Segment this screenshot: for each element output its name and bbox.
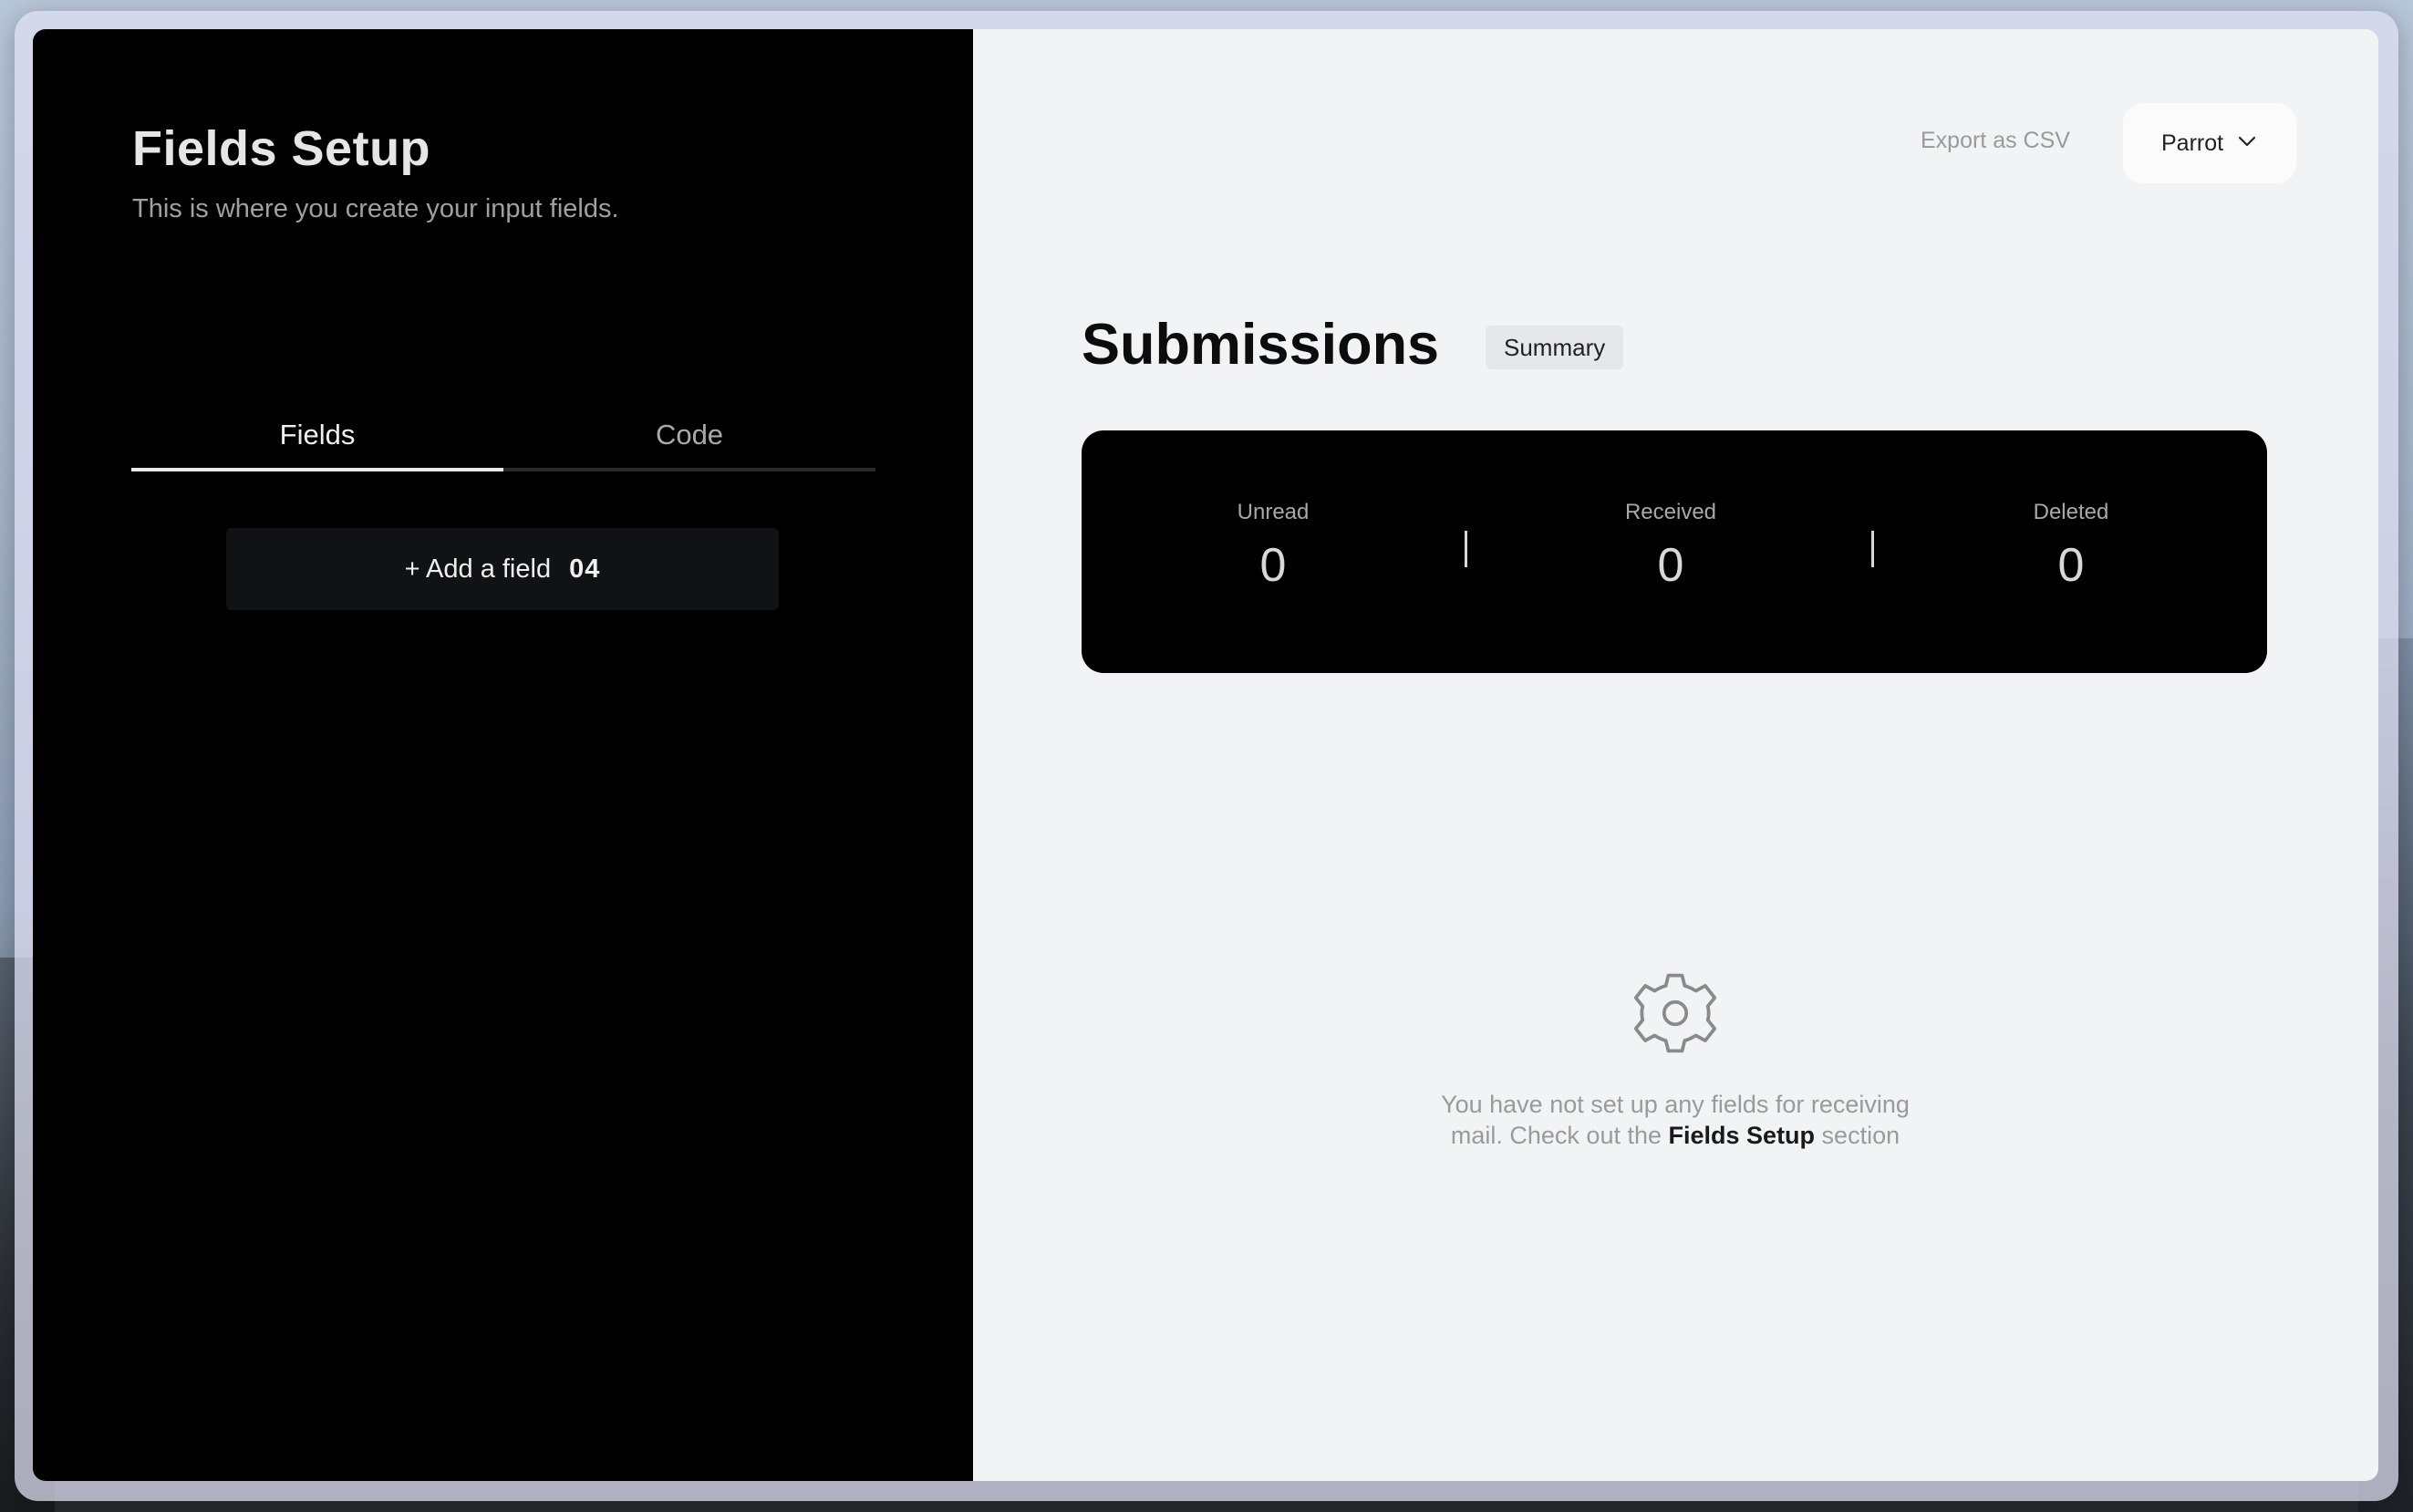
chevron-down-icon: [2238, 136, 2256, 147]
gear-icon: [1633, 973, 1717, 1053]
stats-card: Unread 0 Received 0 Deleted 0: [1082, 430, 2267, 673]
app-window: Fields Setup This is where you create yo…: [33, 29, 2378, 1481]
empty-text-after: section: [1815, 1122, 1900, 1149]
fields-setup-panel: Fields Setup This is where you create yo…: [33, 29, 973, 1481]
stat-divider: [1871, 531, 1874, 567]
stat-divider: [1465, 531, 1467, 567]
panel-subtitle: This is where you create your input fiel…: [132, 194, 619, 223]
stat-label: Unread: [1237, 500, 1310, 524]
field-count: 04: [569, 554, 601, 584]
stat-label: Received: [1624, 500, 1717, 524]
project-select-value: Parrot: [2161, 129, 2224, 156]
summary-badge[interactable]: Summary: [1486, 326, 1624, 369]
tab-code[interactable]: Code: [503, 408, 875, 468]
tab-fields[interactable]: Fields: [131, 408, 503, 471]
tab-bar: Fields Code: [131, 408, 875, 471]
add-field-label: + Add a field: [404, 554, 552, 584]
stat-label: Deleted: [2033, 500, 2109, 524]
add-field-button[interactable]: + Add a field 04: [226, 528, 779, 610]
panel-title: Fields Setup: [132, 121, 431, 176]
stat-value: 0: [1259, 539, 1287, 592]
empty-state-message: You have not set up any fields for recei…: [1420, 1089, 1931, 1151]
stat-value: 0: [1657, 539, 1684, 592]
submissions-title: Submissions: [1082, 313, 1440, 377]
stat-value: 0: [2057, 539, 2085, 592]
export-csv-button[interactable]: Export as CSV: [1921, 128, 2070, 154]
fields-setup-link[interactable]: Fields Setup: [1669, 1122, 1816, 1149]
project-select[interactable]: Parrot: [2123, 103, 2296, 183]
submissions-panel: Export as CSV Parrot Submissions Summary…: [973, 29, 2378, 1481]
